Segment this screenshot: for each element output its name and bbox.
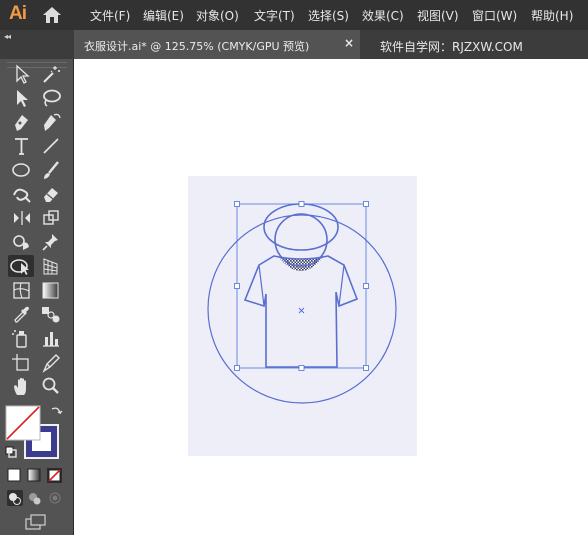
color-button bbox=[7, 468, 21, 482]
curvature-tool-icon[interactable] bbox=[38, 111, 64, 133]
lasso-tool-icon[interactable] bbox=[38, 87, 64, 109]
ellipse-tool-icon[interactable] bbox=[9, 159, 35, 181]
selection-bounding-box bbox=[236, 203, 367, 369]
menu-file[interactable]: 文件(F) bbox=[90, 7, 130, 24]
document-tab[interactable]: 衣服设计.ai* @ 125.75% (CMYK/GPU 预览) × bbox=[74, 30, 360, 59]
zoom-tool-icon[interactable] bbox=[38, 375, 64, 397]
symbol-sprayer-tool-icon[interactable] bbox=[9, 327, 35, 349]
perspective-grid-tool-icon[interactable] bbox=[38, 255, 64, 277]
shape-builder-tool-icon[interactable] bbox=[9, 231, 35, 253]
direct-selection-tool-icon[interactable] bbox=[9, 87, 35, 109]
line-segment-tool-icon[interactable] bbox=[38, 135, 64, 157]
paintbrush-tool-icon[interactable] bbox=[38, 159, 64, 181]
magic-wand-tool-icon[interactable] bbox=[38, 63, 64, 85]
blend-tool-icon[interactable] bbox=[38, 303, 64, 325]
eyedropper-tool-icon[interactable] bbox=[9, 303, 35, 325]
free-transform-tool-icon[interactable] bbox=[38, 207, 64, 229]
menu-bar: Ai 文件(F) 编辑(E) 对象(O) 文字(T) 选择(S) 效果(C) 视… bbox=[0, 0, 588, 30]
menu-type[interactable]: 文字(T) bbox=[254, 7, 295, 24]
artboard-tool-icon[interactable] bbox=[9, 351, 35, 373]
home-icon[interactable] bbox=[40, 5, 64, 25]
menu-help[interactable]: 帮助(H) bbox=[531, 7, 573, 24]
menu-select[interactable]: 选择(S) bbox=[308, 7, 349, 24]
eraser-tool-icon[interactable] bbox=[38, 183, 64, 205]
color-mode-buttons[interactable] bbox=[0, 465, 73, 487]
gradient-button bbox=[27, 468, 41, 482]
close-tab-icon[interactable]: × bbox=[344, 36, 354, 50]
selection-tool-icon[interactable] bbox=[9, 63, 35, 85]
menu-effect[interactable]: 效果(C) bbox=[362, 7, 404, 24]
width-tool-icon[interactable] bbox=[9, 207, 35, 229]
fill-stroke-widget[interactable] bbox=[0, 400, 73, 470]
pen-tool-icon[interactable] bbox=[9, 111, 35, 133]
document-tab-label: 衣服设计.ai* @ 125.75% (CMYK/GPU 预览) bbox=[84, 40, 310, 53]
menu-object[interactable]: 对象(O) bbox=[196, 7, 239, 24]
menu-view[interactable]: 视图(V) bbox=[417, 7, 459, 24]
draw-mode-buttons[interactable] bbox=[0, 488, 73, 510]
menu-window[interactable]: 窗口(W) bbox=[472, 7, 517, 24]
gradient-tool-icon[interactable] bbox=[38, 279, 64, 301]
menu-edit[interactable]: 编辑(E) bbox=[143, 7, 184, 24]
watermark-text: 软件自学网：RJZXW.COM bbox=[380, 40, 523, 54]
type-tool-icon[interactable] bbox=[9, 135, 35, 157]
screen-mode-icon[interactable] bbox=[22, 512, 50, 532]
shaper-tool-icon[interactable] bbox=[9, 183, 35, 205]
slice-tool-icon[interactable] bbox=[38, 351, 64, 373]
outer-circle bbox=[207, 214, 397, 404]
hand-tool-icon[interactable] bbox=[9, 375, 35, 397]
live-paint-selection-tool-icon[interactable] bbox=[8, 255, 34, 277]
column-graph-tool-icon[interactable] bbox=[38, 327, 64, 349]
app-logo: Ai bbox=[9, 3, 27, 24]
tshirt-artwork[interactable] bbox=[188, 176, 417, 456]
mesh-tool-icon[interactable] bbox=[9, 279, 35, 301]
swap-colors-icon bbox=[51, 407, 63, 415]
collapse-panel-icon[interactable]: ◂◂ bbox=[4, 32, 11, 41]
draw-normal-icon bbox=[9, 493, 17, 501]
sleeve-seams bbox=[258, 264, 345, 307]
center-point-marker bbox=[298, 307, 305, 314]
pin-tool-icon[interactable] bbox=[38, 231, 64, 253]
